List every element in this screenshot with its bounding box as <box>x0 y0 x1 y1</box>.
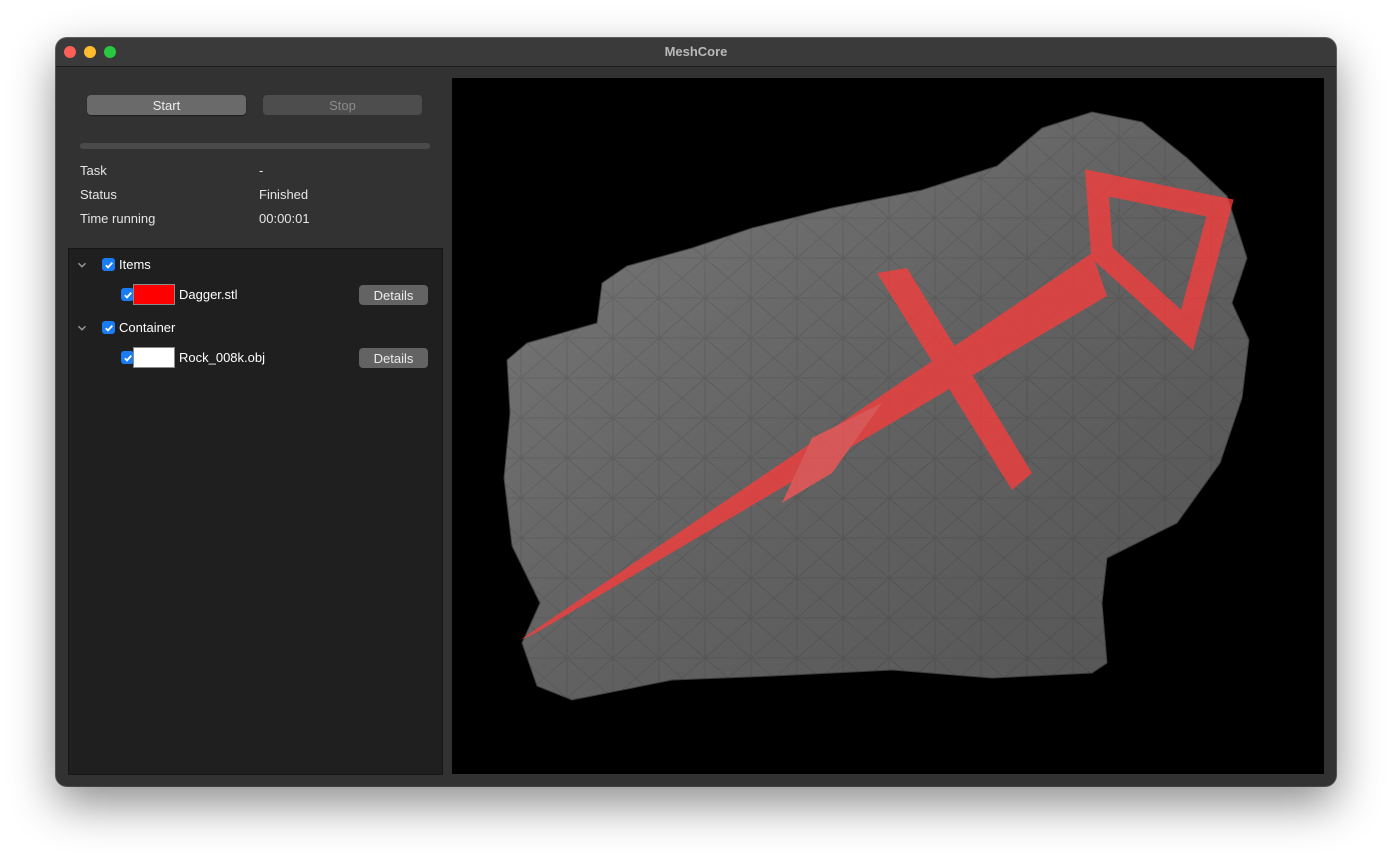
status-label: Status <box>80 187 117 202</box>
title-bar[interactable]: MeshCore <box>56 38 1336 67</box>
app-window: MeshCore Start Stop Task - Status Finish… <box>56 38 1336 786</box>
tree-group-label: Container <box>119 320 176 335</box>
tree-item-rock[interactable]: Rock_008k.obj Details <box>69 345 442 369</box>
progress-bar <box>80 143 430 149</box>
status-value: Finished <box>259 187 309 202</box>
tree-item-label: Dagger.stl <box>179 287 238 302</box>
window-title: MeshCore <box>664 44 728 59</box>
rock-color-swatch[interactable] <box>133 347 175 368</box>
tree-item-dagger[interactable]: Dagger.stl Details <box>69 282 442 306</box>
chevron-down-icon[interactable] <box>76 259 88 271</box>
tree-group-container[interactable]: Container <box>69 316 442 340</box>
items-group-checkbox[interactable] <box>102 258 115 271</box>
chevron-down-icon[interactable] <box>76 322 88 334</box>
scene-render <box>503 111 1250 701</box>
task-value: - <box>259 163 264 178</box>
start-button[interactable]: Start <box>87 95 246 115</box>
time-running-label: Time running <box>80 211 156 226</box>
container-group-checkbox[interactable] <box>102 321 115 334</box>
object-tree[interactable]: Items Dagger.stl Details Container Rock_… <box>68 248 443 775</box>
tree-item-label: Rock_008k.obj <box>179 350 265 365</box>
stop-button[interactable]: Stop <box>263 95 422 115</box>
tree-group-items[interactable]: Items <box>69 253 442 277</box>
dagger-details-button[interactable]: Details <box>359 285 428 305</box>
3d-viewport[interactable] <box>452 78 1324 774</box>
rock-details-button[interactable]: Details <box>359 348 428 368</box>
tree-group-label: Items <box>119 257 151 272</box>
time-running-value: 00:00:01 <box>259 211 310 226</box>
task-label: Task <box>80 163 107 178</box>
dagger-color-swatch[interactable] <box>133 284 175 305</box>
